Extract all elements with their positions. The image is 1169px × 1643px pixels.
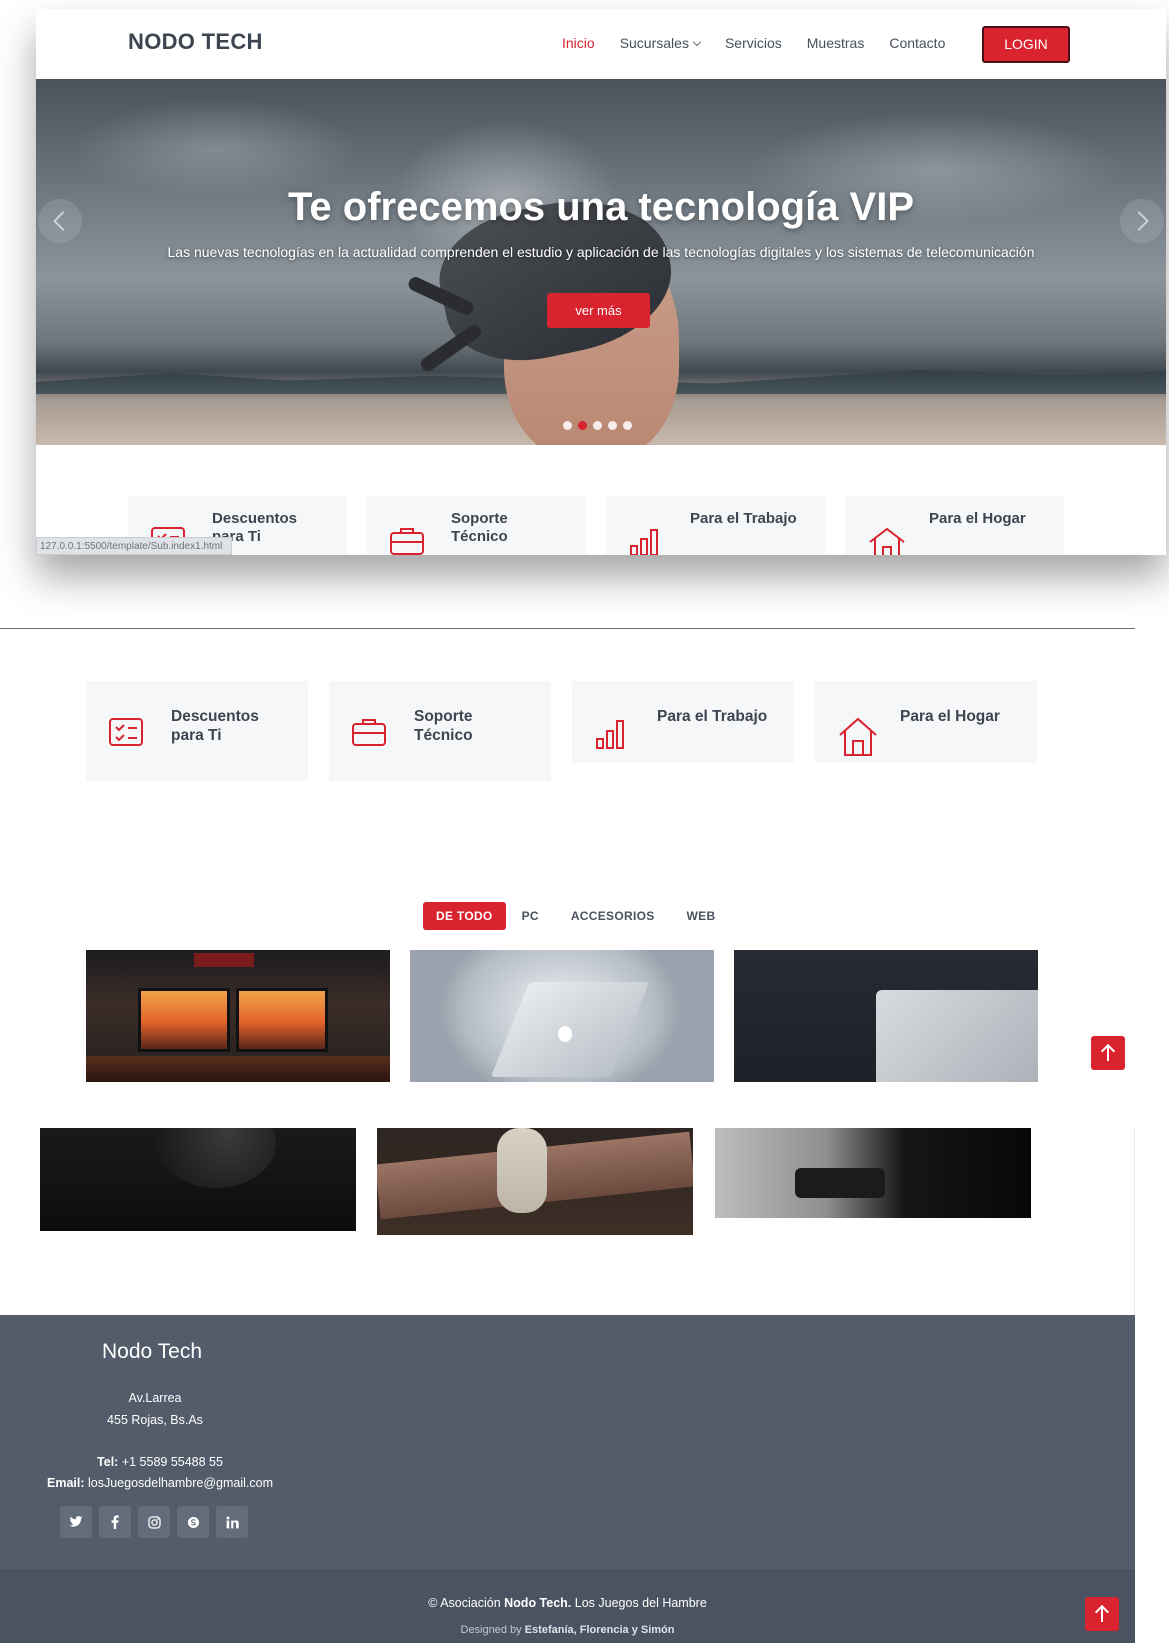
browser-status-url: 127.0.0.1:5500/template/Sub.index1.html (36, 537, 232, 555)
band (795, 1168, 885, 1198)
feature-label: Para el Hogar (929, 510, 1026, 527)
carousel-next-icon[interactable] (1120, 199, 1164, 243)
back-to-top-icon[interactable] (1091, 1036, 1125, 1070)
feature-label: Para el Trabajo (657, 708, 768, 725)
footer-tel: Tel: +1 5589 55488 55 (40, 1452, 280, 1473)
feature-card-trabajo[interactable]: Para el Trabajo (572, 681, 794, 763)
copyright: © Asociación Nodo Tech. Los Juegos del H… (0, 1596, 1135, 1610)
designed-authors: Estefanía, Florencia y Simón (524, 1624, 675, 1636)
gallery-image-fitness-band[interactable] (715, 1128, 1031, 1218)
nav-sucursales[interactable]: Sucursales (619, 35, 702, 51)
carousel-dot-active[interactable] (578, 421, 587, 430)
header: NODO TECH Inicio Sucursales Servicios Mu… (36, 9, 1166, 79)
designed-by: Designed by Estefanía, Florencia y Simón (0, 1624, 1135, 1636)
chevron-down-icon (692, 37, 702, 47)
carousel-dot[interactable] (563, 421, 572, 430)
gallery-image-macbook[interactable] (410, 950, 714, 1082)
apple-logo-icon (558, 1026, 572, 1042)
hero-title: Te ofrecemos una tecnología VIP (287, 185, 915, 229)
watch (497, 1128, 547, 1213)
copyright-prefix: © Asociación (428, 1596, 501, 1610)
house-icon (839, 717, 877, 756)
filter-accesorios[interactable]: ACCESORIOS (555, 902, 671, 930)
nav-inicio[interactable]: Inicio (562, 35, 595, 51)
designed-prefix: Designed by (460, 1624, 522, 1636)
linkedin-icon[interactable] (216, 1506, 248, 1538)
laptop-lid (876, 990, 1038, 1082)
facebook-icon[interactable] (99, 1506, 131, 1538)
email-value[interactable]: losJuegosdelhambre@gmail.com (88, 1476, 273, 1490)
briefcase-icon (352, 719, 386, 746)
nav-contacto[interactable]: Contacto (889, 35, 945, 51)
feature-card-soporte[interactable]: Soporte Técnico (329, 681, 551, 781)
feature-label: Soporte Técnico (414, 708, 473, 744)
page-screenshot-preview: NODO TECH Inicio Sucursales Servicios Mu… (36, 9, 1166, 555)
main-nav: Inicio Sucursales Servicios Muestras Con… (562, 35, 945, 51)
feature-cards-preview: Descuentos para Ti Soporte Técnico Para … (128, 496, 1064, 555)
hero-carousel: Te ofrecemos una tecnología VIP Las nuev… (36, 79, 1166, 445)
feature-card-trabajo[interactable]: Para el Trabajo (606, 496, 825, 555)
carousel-indicators (563, 421, 632, 430)
neon-sign (194, 953, 254, 967)
nav-servicios[interactable]: Servicios (725, 35, 782, 51)
mouse (156, 1128, 276, 1188)
checklist-icon (109, 718, 143, 746)
feature-label: Descuentos para Ti (171, 708, 259, 744)
tel-label: Tel: (97, 1455, 119, 1469)
social-links (60, 1506, 248, 1538)
gallery-image-mouse[interactable] (40, 1128, 356, 1231)
tel-value[interactable]: +1 5589 55488 55 (122, 1455, 223, 1469)
feature-label: Para el Hogar (900, 708, 1000, 725)
section-divider (0, 628, 1135, 629)
monitor (138, 988, 230, 1052)
address-line-1: Av.Larrea (128, 1391, 182, 1405)
bar-chart-icon (630, 529, 658, 555)
footer-email: Email: losJuegosdelhambre@gmail.com (40, 1473, 280, 1494)
twitter-icon[interactable] (60, 1506, 92, 1538)
brand-logo[interactable]: NODO TECH (128, 29, 263, 55)
house-icon (869, 527, 905, 555)
carousel-dot[interactable] (608, 421, 617, 430)
portfolio-gallery (86, 950, 1038, 1082)
gallery-image-smartwatch[interactable] (377, 1128, 693, 1235)
monitor (236, 988, 328, 1052)
feature-card-descuentos[interactable]: Descuentos para Ti (86, 681, 308, 781)
nav-sucursales-label: Sucursales (619, 35, 689, 51)
ver-mas-button[interactable]: ver más (547, 293, 650, 328)
feature-label: Soporte Técnico (451, 510, 508, 545)
bar-chart-icon (596, 720, 624, 749)
footer-contact: Tel: +1 5589 55488 55 Email: losJuegosde… (40, 1452, 280, 1494)
copyright-suffix: Los Juegos del Hambre (574, 1596, 707, 1610)
feature-card-soporte[interactable]: Soporte Técnico (367, 496, 586, 555)
login-button[interactable]: LOGIN (982, 26, 1070, 63)
gallery-image-pc-setup[interactable] (86, 950, 390, 1082)
gallery-image-lenovo[interactable] (734, 950, 1038, 1082)
feature-card-hogar[interactable]: Para el Hogar (815, 681, 1037, 763)
feature-label: Para el Trabajo (690, 510, 797, 527)
gallery-filters: DE TODO PC ACCESORIOS WEB (423, 902, 731, 930)
carousel-dot[interactable] (623, 421, 632, 430)
carousel-prev-icon[interactable] (38, 199, 82, 243)
carousel-dot[interactable] (593, 421, 602, 430)
briefcase-icon (390, 528, 424, 555)
copyright-brand: Nodo Tech. (504, 1596, 572, 1610)
skype-icon[interactable] (177, 1506, 209, 1538)
footer-title: Nodo Tech (102, 1340, 203, 1363)
instagram-icon[interactable] (138, 1506, 170, 1538)
desk (86, 1056, 390, 1082)
hero-subtitle: Las nuevas tecnologías en la actualidad … (167, 244, 1035, 260)
feature-card-hogar[interactable]: Para el Hogar (845, 496, 1064, 555)
filter-de-todo[interactable]: DE TODO (423, 902, 506, 930)
nav-muestras[interactable]: Muestras (807, 35, 865, 51)
back-to-top-icon[interactable] (1085, 1597, 1119, 1631)
filter-pc[interactable]: PC (506, 902, 555, 930)
email-label: Email: (47, 1476, 85, 1490)
footer-address: Av.Larrea 455 Rojas, Bs.As (60, 1387, 250, 1431)
feature-cards: Descuentos para Ti Soporte Técnico Para … (86, 681, 1037, 781)
address-line-2: 455 Rojas, Bs.As (107, 1413, 203, 1427)
filter-web[interactable]: WEB (671, 902, 732, 930)
